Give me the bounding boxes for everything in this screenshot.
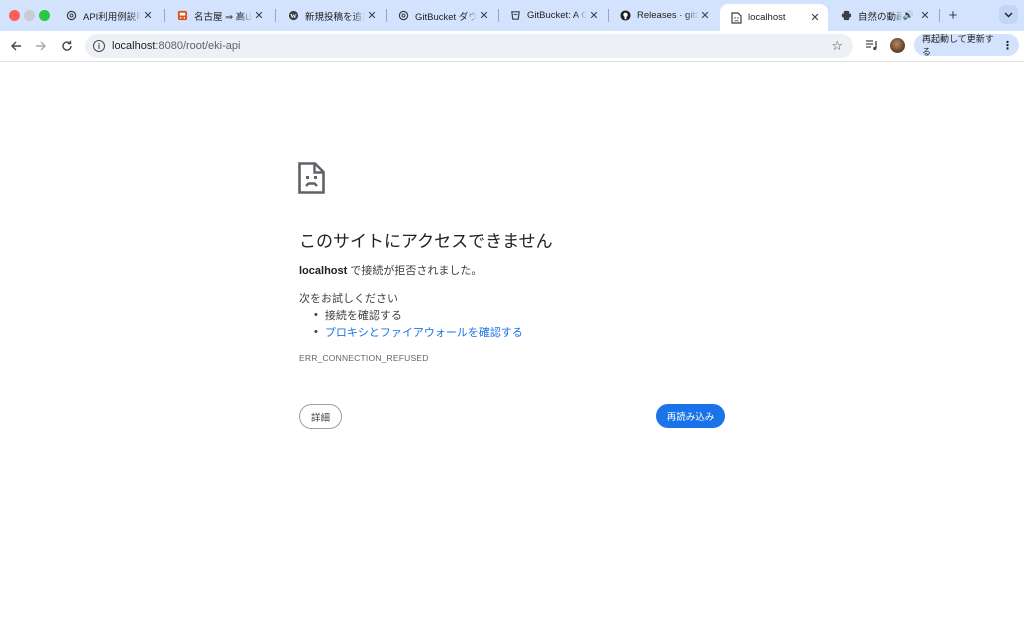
forward-button[interactable] bbox=[32, 37, 50, 55]
error-title: このサイトにアクセスできません bbox=[299, 232, 553, 251]
minimize-window-button[interactable] bbox=[24, 10, 35, 21]
suggestion-list: 接続を確認する プロキシとファイアウォールを確認する bbox=[314, 306, 523, 340]
gitbucket-icon bbox=[509, 10, 521, 22]
details-button[interactable]: 詳細 bbox=[299, 404, 342, 429]
close-tab-icon[interactable]: ✕ bbox=[477, 9, 491, 23]
tab-new-post[interactable]: W 新規投稿を追加 ‹ ✕ bbox=[277, 4, 385, 27]
tab-separator bbox=[275, 9, 276, 22]
tab-title: 自然の動画 | bbox=[858, 11, 903, 23]
reload-page-button[interactable]: 再読み込み bbox=[656, 404, 725, 428]
speaker-icon[interactable]: 🔊 bbox=[903, 10, 914, 21]
svg-text:W: W bbox=[290, 13, 297, 20]
openai-icon bbox=[65, 10, 77, 22]
url-host: localhost bbox=[112, 40, 156, 52]
tab-strip: API利用例説明 ✕ 名古屋 ⇒ 高山, 特 ✕ W 新規投稿を追加 ‹ ✕ G… bbox=[0, 0, 1024, 31]
error-host: localhost bbox=[299, 265, 348, 277]
wordpress-icon: W bbox=[287, 10, 299, 22]
arrow-right-icon bbox=[36, 41, 46, 51]
address-bar[interactable]: i localhost:8080/root/eki-api ☆ bbox=[85, 34, 853, 58]
suggestion-text: 接続を確認する bbox=[324, 309, 402, 322]
relaunch-to-update-button[interactable]: 再起動して更新する ⋮ bbox=[914, 34, 1019, 57]
youtube-icon bbox=[840, 10, 852, 22]
tab-train-route[interactable]: 名古屋 ⇒ 高山, 特 ✕ bbox=[166, 4, 272, 27]
suggestion-check-connection: 接続を確認する bbox=[314, 306, 523, 323]
url-text[interactable]: localhost:8080/root/eki-api bbox=[112, 40, 240, 52]
close-tab-icon[interactable]: ✕ bbox=[808, 11, 822, 25]
close-tab-icon[interactable]: ✕ bbox=[918, 9, 932, 23]
close-window-button[interactable] bbox=[9, 10, 20, 21]
tab-gitbucket-download[interactable]: GitBucket ダウ ✕ bbox=[387, 4, 497, 27]
tab-title: GitBucket: A Gi bbox=[527, 10, 587, 21]
error-message: localhost で接続が拒否されました。 bbox=[299, 262, 482, 278]
tab-title: 名古屋 ⇒ 高山, 特 bbox=[194, 11, 252, 23]
site-info-icon[interactable]: i bbox=[93, 40, 105, 52]
close-tab-icon[interactable]: ✕ bbox=[252, 9, 266, 23]
relaunch-label: 再起動して更新する bbox=[922, 34, 994, 57]
tab-releases[interactable]: Releases · gitbu ✕ bbox=[609, 4, 718, 27]
close-tab-icon[interactable]: ✕ bbox=[365, 9, 379, 23]
reload-button[interactable] bbox=[58, 37, 76, 55]
maximize-window-button[interactable] bbox=[39, 10, 50, 21]
url-path: :8080/root/eki-api bbox=[155, 40, 241, 52]
tab-title: Releases · gitbu bbox=[637, 10, 698, 21]
profile-avatar[interactable] bbox=[890, 38, 905, 53]
tab-title: GitBucket ダウ bbox=[415, 11, 477, 23]
broken-page-icon bbox=[298, 162, 325, 194]
train-icon bbox=[176, 10, 188, 22]
bookmark-star-icon[interactable]: ☆ bbox=[831, 38, 843, 54]
tab-localhost[interactable]: localhost ✕ bbox=[720, 4, 828, 31]
more-menu-icon[interactable]: ⋮ bbox=[1002, 39, 1013, 52]
close-tab-icon[interactable]: ✕ bbox=[698, 9, 712, 23]
tab-api-usage[interactable]: API利用例説明 ✕ bbox=[55, 4, 161, 27]
new-tab-button[interactable]: + bbox=[944, 6, 962, 24]
tab-title: localhost bbox=[748, 12, 786, 23]
github-icon bbox=[619, 10, 631, 22]
try-heading: 次をお試しください bbox=[299, 293, 398, 305]
tab-title: 新規投稿を追加 ‹ bbox=[305, 11, 365, 23]
close-tab-icon[interactable]: ✕ bbox=[587, 9, 601, 23]
tab-search-button[interactable] bbox=[999, 5, 1018, 24]
arrow-left-icon bbox=[11, 41, 21, 51]
openai-icon bbox=[397, 10, 409, 22]
tab-separator bbox=[164, 9, 165, 22]
error-message-text: で接続が拒否されました。 bbox=[347, 265, 483, 277]
error-code: ERR_CONNECTION_REFUSED bbox=[299, 353, 429, 363]
reload-icon bbox=[62, 40, 72, 51]
tab-gitbucket-home[interactable]: GitBucket: A Gi ✕ bbox=[499, 4, 607, 27]
broken-page-icon bbox=[730, 11, 742, 24]
suggestion-link[interactable]: プロキシとファイアウォールを確認する bbox=[325, 324, 523, 340]
tab-separator bbox=[939, 9, 940, 22]
back-button[interactable] bbox=[7, 37, 25, 55]
tab-nature-video[interactable]: 自然の動画 | 🔊 ✕ bbox=[830, 4, 938, 27]
close-tab-icon[interactable]: ✕ bbox=[141, 9, 155, 23]
media-controls-icon[interactable] bbox=[864, 37, 880, 53]
suggestion-check-proxy-firewall[interactable]: プロキシとファイアウォールを確認する bbox=[314, 323, 523, 340]
tab-title: API利用例説明 bbox=[83, 11, 141, 23]
